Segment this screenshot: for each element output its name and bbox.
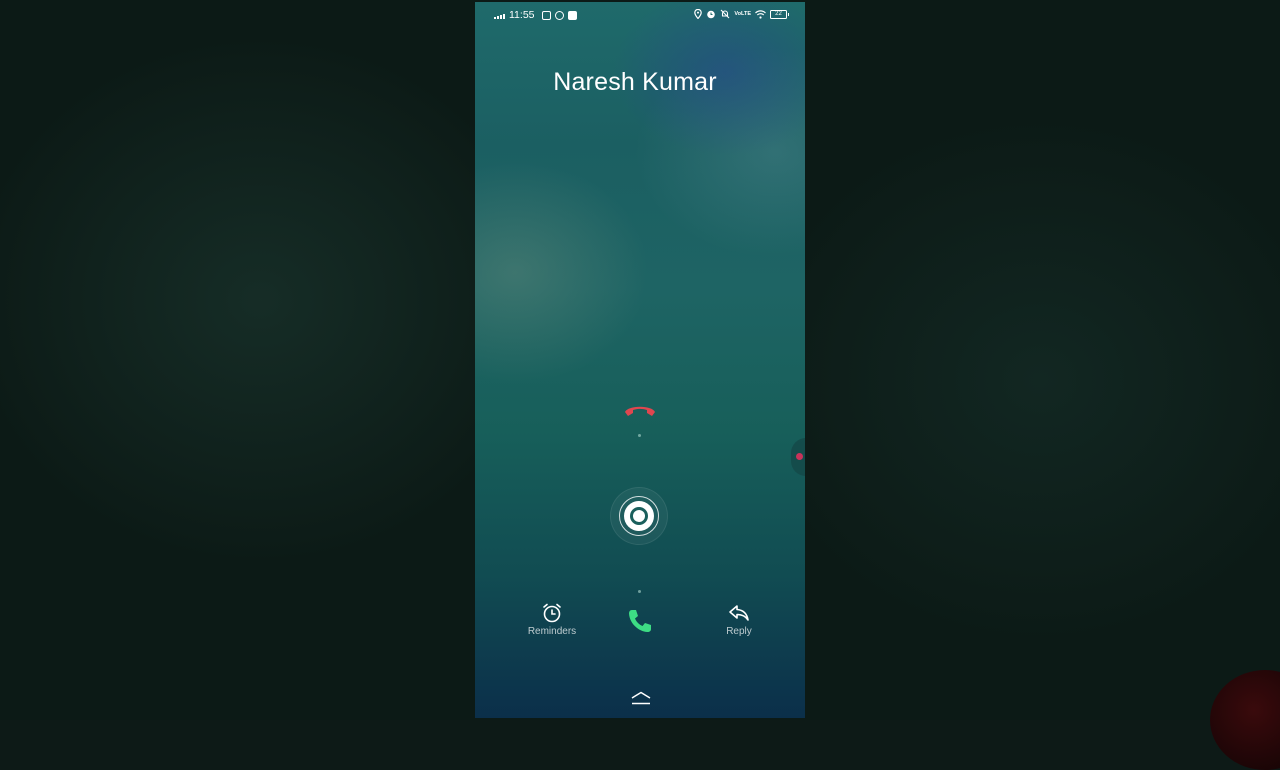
swipe-handle-center bbox=[633, 510, 645, 522]
phone-hangup-icon[interactable] bbox=[622, 400, 658, 420]
alarm-icon bbox=[706, 9, 716, 19]
photo-notification-icon bbox=[542, 11, 551, 20]
floating-side-handle[interactable] bbox=[791, 438, 805, 476]
reminders-button[interactable]: Reminders bbox=[517, 602, 587, 637]
mute-icon bbox=[720, 9, 730, 19]
location-icon bbox=[694, 9, 702, 19]
chat-icon bbox=[568, 11, 577, 20]
status-bar: 11:55 VoLTE bbox=[475, 2, 805, 28]
battery-level: 22 bbox=[775, 11, 782, 17]
status-bar-right: VoLTE 22 bbox=[694, 9, 787, 19]
volte-icon: VoLTE bbox=[734, 12, 751, 17]
swipe-hint-dot-bottom bbox=[638, 590, 641, 593]
wifi-icon bbox=[755, 10, 766, 19]
recording-dot-icon bbox=[796, 453, 803, 460]
reminders-label: Reminders bbox=[528, 626, 576, 637]
swipe-hint-dot-top bbox=[638, 434, 641, 437]
caller-name: Naresh Kumar bbox=[475, 68, 795, 97]
home-icon[interactable] bbox=[630, 691, 652, 705]
status-bar-left: 11:55 bbox=[494, 9, 577, 21]
reply-arrow-icon bbox=[727, 602, 751, 624]
signal-icon bbox=[494, 11, 505, 19]
alarm-clock-icon bbox=[541, 602, 563, 624]
reply-label: Reply bbox=[726, 626, 752, 637]
status-time: 11:55 bbox=[509, 9, 535, 21]
phone-icon[interactable] bbox=[626, 607, 654, 635]
incoming-call-screen: 11:55 VoLTE bbox=[475, 2, 805, 718]
battery-icon: 22 bbox=[770, 10, 787, 19]
messenger-icon bbox=[555, 11, 564, 20]
swipe-handle-icon[interactable] bbox=[611, 488, 667, 544]
reply-button[interactable]: Reply bbox=[704, 602, 774, 637]
